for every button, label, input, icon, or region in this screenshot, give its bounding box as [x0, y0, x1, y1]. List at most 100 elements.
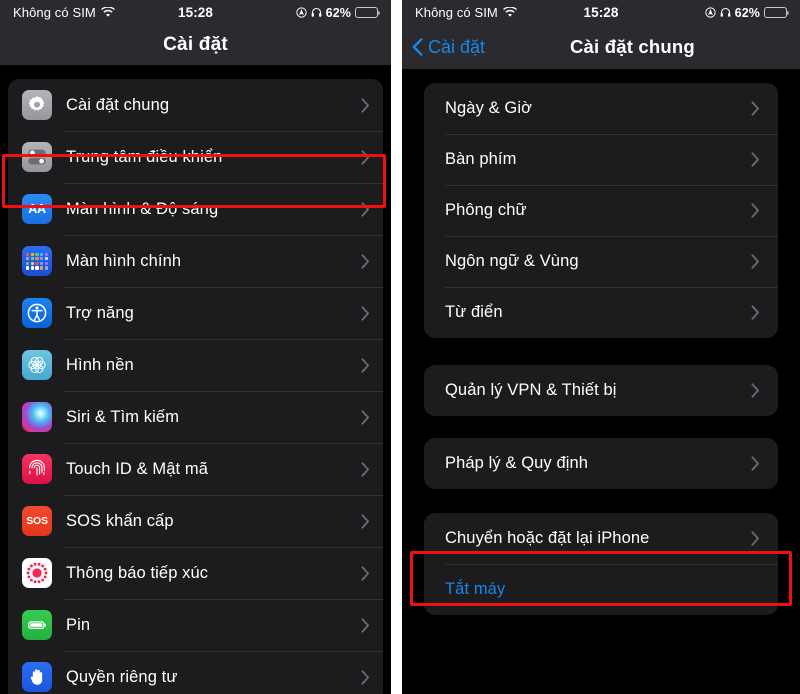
location-services-icon	[295, 7, 307, 18]
list-item[interactable]: Quản lý VPN & Thiết bị	[424, 365, 778, 416]
battery-percent-label-2: 62%	[734, 5, 760, 20]
list-item-label: Màn hình & Độ sáng	[66, 199, 219, 218]
list-item[interactable]: Trợ năng	[8, 287, 383, 339]
list-item-label: Ngôn ngữ & Vùng	[445, 252, 579, 270]
chevron-right-icon	[751, 152, 760, 167]
battery-icon	[355, 7, 381, 18]
list-item[interactable]: AA Màn hình & Độ sáng	[8, 183, 383, 235]
list-item[interactable]: Màn hình chính	[8, 235, 383, 287]
list-item[interactable]: Trung tâm điều khiển	[8, 131, 383, 183]
chevron-right-icon	[361, 305, 370, 321]
chevron-right-icon	[361, 409, 370, 425]
list-item-label: Touch ID & Mật mã	[66, 459, 208, 478]
list-item[interactable]: Từ điển	[424, 287, 778, 338]
chevron-right-icon	[751, 531, 760, 546]
battery-icon	[764, 7, 790, 18]
list-item-label: Màn hình chính	[66, 251, 182, 270]
right-phone-screenshot: Không có SIM 15:28 62% Cài đặt Cài đặt c…	[402, 0, 800, 694]
list-item[interactable]: Pháp lý & Quy định	[424, 438, 778, 489]
status-bar-left-group: Không có SIM	[13, 5, 115, 20]
list-item[interactable]: Touch ID & Mật mã	[8, 443, 383, 495]
battery-percent-label: 62%	[325, 5, 351, 20]
list-item[interactable]: Quyền riêng tư	[8, 651, 383, 694]
list-item[interactable]: Thông báo tiếp xúc	[8, 547, 383, 599]
settings-card-left: Cài đặt chung Trung tâm điều khiển AA Màn h…	[8, 79, 383, 694]
chevron-right-icon	[361, 149, 370, 165]
list-item-label: Quyền riêng tư	[66, 667, 178, 686]
list-item-label: Từ điển	[445, 303, 503, 321]
status-bar-right-group: 62%	[295, 5, 381, 20]
status-bar-right-group-2: 62%	[704, 5, 790, 20]
list-item-label: Tắt máy	[445, 580, 506, 598]
nav-bar-right: Cài đặt Cài đặt chung	[402, 25, 800, 69]
list-item[interactable]: Tắt máy	[424, 564, 778, 615]
list-item-label: SOS khẩn cấp	[66, 511, 174, 530]
chevron-right-icon	[361, 513, 370, 529]
carrier-label-2: Không có SIM	[415, 5, 498, 20]
list-item-label: Phông chữ	[445, 201, 527, 219]
exposure-notification-icon	[22, 558, 52, 588]
chevron-right-icon	[361, 253, 370, 269]
headphones-icon	[311, 7, 322, 18]
list-item-label: Trung tâm điều khiển	[66, 147, 223, 166]
chevron-right-icon	[361, 357, 370, 373]
list-item[interactable]: Pin	[8, 599, 383, 651]
siri-icon	[22, 402, 52, 432]
chevron-right-icon	[751, 383, 760, 398]
list-item[interactable]: SOS SOS khẩn cấp	[8, 495, 383, 547]
battery-icon	[22, 610, 52, 640]
list-item[interactable]: Siri & Tìm kiếm	[8, 391, 383, 443]
carrier-label: Không có SIM	[13, 5, 96, 20]
chevron-left-icon	[412, 38, 423, 56]
settings-list-right: Ngày & Giờ Bàn phím Phông chữ Ngôn ngữ & Vù…	[402, 69, 800, 694]
accessibility-icon	[22, 298, 52, 328]
screenshot-root: Không có SIM 15:28 62% Cài đặt Cài đặt c…	[0, 0, 800, 694]
settings-list-left: Cài đặt chung Trung tâm điều khiển AA Màn h…	[0, 65, 391, 694]
chevron-right-icon	[751, 305, 760, 320]
settings-card-right: Ngày & Giờ Bàn phím Phông chữ Ngôn ngữ & Vù…	[424, 83, 778, 338]
list-item[interactable]: Phông chữ	[424, 185, 778, 236]
chevron-right-icon	[751, 203, 760, 218]
wallpaper-icon	[22, 350, 52, 380]
chevron-right-icon	[751, 456, 760, 471]
wifi-icon	[502, 6, 517, 18]
wifi-icon	[100, 6, 115, 18]
list-item[interactable]: Ngày & Giờ	[424, 83, 778, 134]
privacy-hand-icon	[22, 662, 52, 692]
list-item[interactable]: Ngôn ngữ & Vùng	[424, 236, 778, 287]
chevron-right-icon	[361, 565, 370, 581]
chevron-right-icon	[361, 97, 370, 113]
list-item-label: Cài đặt chung	[66, 95, 170, 114]
list-item[interactable]: Cài đặt chung	[8, 79, 383, 131]
chevron-right-icon	[751, 101, 760, 116]
list-item-label: Chuyển hoặc đặt lại iPhone	[445, 529, 650, 547]
page-title-right: Cài đặt chung	[570, 36, 695, 57]
headphones-icon	[720, 7, 731, 18]
sos-icon: SOS	[22, 506, 52, 536]
page-title: Cài đặt	[163, 34, 228, 55]
list-item-label: Thông báo tiếp xúc	[66, 563, 209, 582]
settings-card-right: Quản lý VPN & Thiết bị	[424, 365, 778, 416]
list-item[interactable]: Hình nền	[8, 339, 383, 391]
list-item[interactable]: Chuyển hoặc đặt lại iPhone	[424, 513, 778, 564]
list-item[interactable]: Bàn phím	[424, 134, 778, 185]
status-bar-left-group-2: Không có SIM	[415, 5, 517, 20]
chevron-right-icon	[361, 617, 370, 633]
back-button[interactable]: Cài đặt	[402, 37, 485, 58]
list-item-label: Bàn phím	[445, 150, 517, 168]
display-brightness-icon: AA	[22, 194, 52, 224]
gear-icon	[22, 90, 52, 120]
chevron-right-icon	[361, 201, 370, 217]
touch-id-icon	[22, 454, 52, 484]
settings-card-right: Chuyển hoặc đặt lại iPhone Tắt máy	[424, 513, 778, 615]
list-item-label: Siri & Tìm kiếm	[66, 407, 180, 426]
location-services-icon	[704, 7, 716, 18]
left-phone-screenshot: Không có SIM 15:28 62% Cài đặt Cài đặt c…	[0, 0, 391, 694]
home-screen-icon	[22, 246, 52, 276]
chevron-right-icon	[361, 669, 370, 685]
panel-divider	[391, 0, 402, 694]
